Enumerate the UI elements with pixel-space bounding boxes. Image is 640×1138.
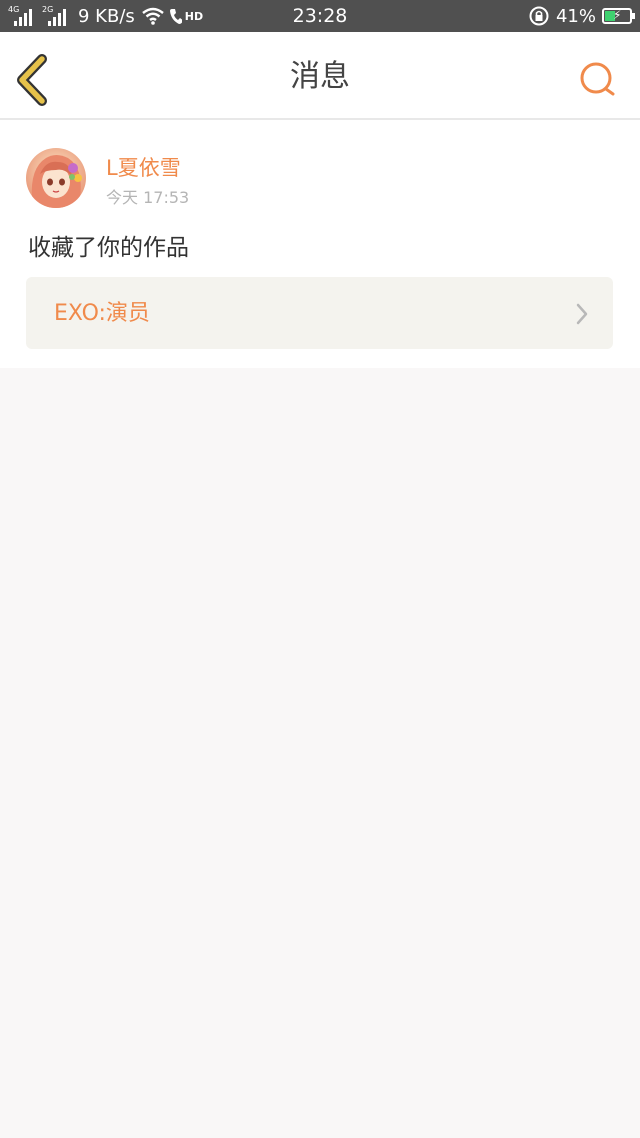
empty-content-area xyxy=(0,368,640,1138)
search-button[interactable] xyxy=(576,58,620,102)
work-link[interactable]: EXO:演员 xyxy=(26,277,613,349)
chevron-right-icon xyxy=(576,303,588,325)
status-bar-right: 41% ⚡ xyxy=(528,0,635,32)
rotation-lock-icon xyxy=(529,6,549,26)
search-icon xyxy=(580,62,615,96)
avatar[interactable] xyxy=(26,148,86,208)
status-bar: 4G 2G 9 KB/s HD 23:28 41% ⚡ xyxy=(0,0,640,32)
message-card: L夏依雪 今天 17:53 收藏了你的作品 EXO:演员 xyxy=(0,120,640,368)
header-bar: 消息 xyxy=(0,32,640,120)
message-time: 今天 17:53 xyxy=(106,188,190,207)
page-title: 消息 xyxy=(290,59,350,94)
battery-percent: 41% xyxy=(555,5,596,27)
message-action-text: 收藏了你的作品 xyxy=(28,235,189,261)
charging-bolt-icon: ⚡ xyxy=(613,8,622,22)
username-link[interactable]: L夏依雪 xyxy=(106,152,181,182)
battery-icon: ⚡ xyxy=(602,8,635,24)
avatar-image xyxy=(26,148,86,208)
work-title: EXO:演员 xyxy=(54,301,150,326)
